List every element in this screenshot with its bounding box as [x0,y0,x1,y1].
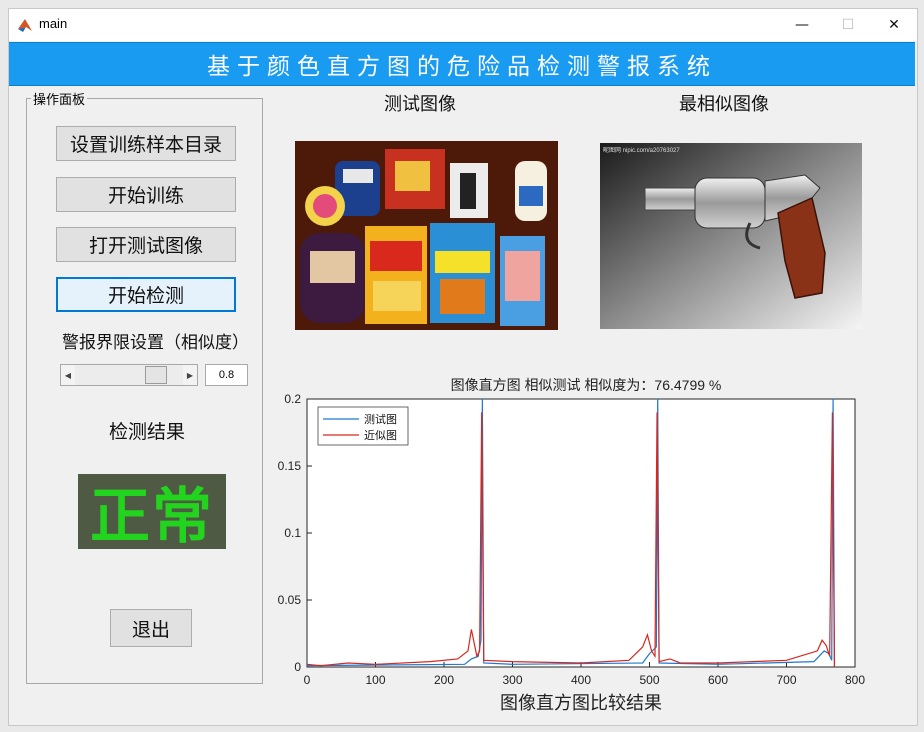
x-tick-label: 500 [639,673,659,687]
y-tick-label: 0 [294,660,301,674]
y-tick-label: 0.15 [278,459,302,473]
x-axis-label: 图像直方图比较结果 [500,693,662,714]
start-training-button[interactable]: 开始训练 [56,177,236,212]
banner-title: 基于颜色直方图的危险品检测警报系统 [9,42,915,86]
x-tick-label: 600 [708,673,728,687]
set-training-dir-button[interactable]: 设置训练样本目录 [56,126,236,161]
x-tick-label: 0 [304,673,311,687]
legend-label-test: 测试图 [364,413,397,426]
close-button[interactable]: ✕ [871,9,917,41]
x-tick-label: 100 [365,673,385,687]
x-tick-label: 800 [845,673,865,687]
slider-thumb[interactable] [145,366,168,384]
slider-right-arrow[interactable]: ▶ [183,365,197,385]
start-detection-button[interactable]: 开始检测 [56,277,236,312]
x-tick-label: 300 [502,673,522,687]
title-bar: main — ☐ ✕ [9,9,917,41]
result-label: 检测结果 [109,421,186,443]
x-tick-label: 400 [571,673,591,687]
minimize-button[interactable]: — [779,9,825,41]
window-title: main [39,16,68,31]
legend: 测试图 近似图 [317,406,409,446]
open-test-image-button[interactable]: 打开测试图像 [56,227,236,262]
panel-title: 操作面板 [31,89,88,108]
y-tick-label: 0.05 [278,593,302,607]
app-window: main — ☐ ✕ 基于颜色直方图的危险品检测警报系统 操作面板 设置训练样本… [8,8,918,726]
y-tick-label: 0.1 [284,526,301,540]
threshold-value-field[interactable]: 0.8 [205,364,248,386]
x-tick-label: 200 [434,673,454,687]
y-tick-label: 0.2 [284,392,301,406]
chart-title: 图像直方图 相似测试 相似度为：76.4799 % [451,377,722,393]
similar-watermark: 昵图网 nipic.com/a20763027 [603,147,680,154]
legend-label-similar: 近似图 [364,429,397,442]
matlab-icon [18,19,32,32]
threshold-label: 警报界限设置（相似度） [62,333,249,353]
histogram-chart: 图像直方图 相似测试 相似度为：76.4799 % 0 100 200 300 400 5… [278,377,866,714]
threshold-slider[interactable]: ◀ ▶ [60,364,198,386]
similar-image-title: 最相似图像 [679,94,769,115]
exit-button[interactable]: 退出 [110,609,192,647]
similar-image: 昵图网 nipic.com/a20763027 [600,143,862,329]
slider-left-arrow[interactable]: ◀ [61,365,75,385]
result-display: 正常 [78,474,226,552]
test-image [295,141,558,330]
test-image-title: 测试图像 [384,94,456,115]
x-tick-label: 700 [776,673,796,687]
maximize-button[interactable]: ☐ [825,9,871,41]
